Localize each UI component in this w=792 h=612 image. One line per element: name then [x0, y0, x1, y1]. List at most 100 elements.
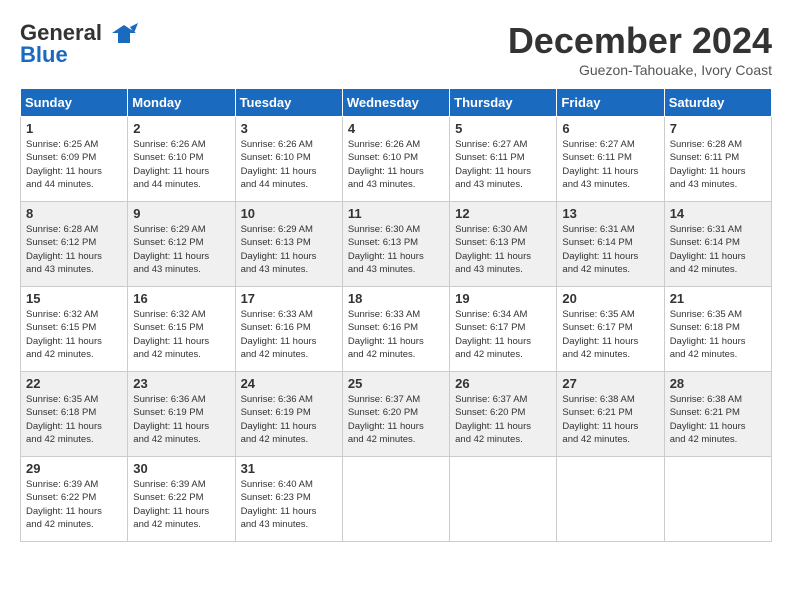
calendar-cell [342, 457, 449, 542]
calendar-cell: 22 Sunrise: 6:35 AM Sunset: 6:18 PM Dayli… [21, 372, 128, 457]
calendar-cell [557, 457, 664, 542]
day-info: Sunrise: 6:38 AM Sunset: 6:21 PM Dayligh… [670, 393, 766, 446]
logo-line2: Blue [20, 42, 68, 68]
day-info: Sunrise: 6:25 AM Sunset: 6:09 PM Dayligh… [26, 138, 122, 191]
day-info: Sunrise: 6:35 AM Sunset: 6:18 PM Dayligh… [670, 308, 766, 361]
day-info: Sunrise: 6:37 AM Sunset: 6:20 PM Dayligh… [348, 393, 444, 446]
calendar: SundayMondayTuesdayWednesdayThursdayFrid… [20, 88, 772, 542]
logo: General Blue [20, 20, 138, 68]
calendar-cell: 31 Sunrise: 6:40 AM Sunset: 6:23 PM Dayli… [235, 457, 342, 542]
day-info: Sunrise: 6:32 AM Sunset: 6:15 PM Dayligh… [26, 308, 122, 361]
day-number: 17 [241, 291, 337, 306]
day-info: Sunrise: 6:33 AM Sunset: 6:16 PM Dayligh… [348, 308, 444, 361]
header: General Blue December 2024 Guezon-Tahoua… [20, 20, 772, 78]
day-info: Sunrise: 6:36 AM Sunset: 6:19 PM Dayligh… [133, 393, 229, 446]
day-number: 30 [133, 461, 229, 476]
calendar-cell: 20 Sunrise: 6:35 AM Sunset: 6:17 PM Dayli… [557, 287, 664, 372]
day-info: Sunrise: 6:29 AM Sunset: 6:12 PM Dayligh… [133, 223, 229, 276]
day-header-monday: Monday [128, 89, 235, 117]
day-number: 4 [348, 121, 444, 136]
calendar-cell: 9 Sunrise: 6:29 AM Sunset: 6:12 PM Daylig… [128, 202, 235, 287]
day-info: Sunrise: 6:30 AM Sunset: 6:13 PM Dayligh… [348, 223, 444, 276]
calendar-cell: 16Sunrise: 6:32 AM Sunset: 6:15 PM Dayli… [128, 287, 235, 372]
day-info: Sunrise: 6:27 AM Sunset: 6:11 PM Dayligh… [455, 138, 551, 191]
day-number: 29 [26, 461, 122, 476]
calendar-cell: 12 Sunrise: 6:30 AM Sunset: 6:13 PM Dayli… [450, 202, 557, 287]
day-info: Sunrise: 6:33 AM Sunset: 6:16 PM Dayligh… [241, 308, 337, 361]
calendar-cell: 10 Sunrise: 6:29 AM Sunset: 6:13 PM Dayli… [235, 202, 342, 287]
day-number: 24 [241, 376, 337, 391]
day-info: Sunrise: 6:26 AM Sunset: 6:10 PM Dayligh… [348, 138, 444, 191]
day-info: Sunrise: 6:27 AM Sunset: 6:11 PM Dayligh… [562, 138, 658, 191]
day-info: Sunrise: 6:29 AM Sunset: 6:13 PM Dayligh… [241, 223, 337, 276]
day-number: 15 [26, 291, 122, 306]
day-info: Sunrise: 6:36 AM Sunset: 6:19 PM Dayligh… [241, 393, 337, 446]
calendar-cell [450, 457, 557, 542]
subtitle: Guezon-Tahouake, Ivory Coast [508, 62, 772, 78]
day-number: 9 [133, 206, 229, 221]
calendar-cell: 30 Sunrise: 6:39 AM Sunset: 6:22 PM Dayli… [128, 457, 235, 542]
day-number: 14 [670, 206, 766, 221]
calendar-cell: 17 Sunrise: 6:33 AM Sunset: 6:16 PM Dayli… [235, 287, 342, 372]
day-info: Sunrise: 6:40 AM Sunset: 6:23 PM Dayligh… [241, 478, 337, 531]
day-number: 28 [670, 376, 766, 391]
calendar-cell: 1 Sunrise: 6:25 AM Sunset: 6:09 PM Daylig… [21, 117, 128, 202]
day-header-friday: Friday [557, 89, 664, 117]
day-info: Sunrise: 6:26 AM Sunset: 6:10 PM Dayligh… [241, 138, 337, 191]
calendar-cell: 4 Sunrise: 6:26 AM Sunset: 6:10 PM Daylig… [342, 117, 449, 202]
day-number: 3 [241, 121, 337, 136]
day-number: 31 [241, 461, 337, 476]
day-info: Sunrise: 6:38 AM Sunset: 6:21 PM Dayligh… [562, 393, 658, 446]
day-number: 11 [348, 206, 444, 221]
day-header-tuesday: Tuesday [235, 89, 342, 117]
day-number: 10 [241, 206, 337, 221]
calendar-cell: 11 Sunrise: 6:30 AM Sunset: 6:13 PM Dayli… [342, 202, 449, 287]
calendar-cell: 26Sunrise: 6:37 AM Sunset: 6:20 PM Dayli… [450, 372, 557, 457]
calendar-cell: 19Sunrise: 6:34 AM Sunset: 6:17 PM Dayli… [450, 287, 557, 372]
calendar-cell: 27 Sunrise: 6:38 AM Sunset: 6:21 PM Dayli… [557, 372, 664, 457]
day-number: 1 [26, 121, 122, 136]
day-info: Sunrise: 6:39 AM Sunset: 6:22 PM Dayligh… [133, 478, 229, 531]
calendar-cell: 6 Sunrise: 6:27 AM Sunset: 6:11 PM Daylig… [557, 117, 664, 202]
day-number: 27 [562, 376, 658, 391]
day-info: Sunrise: 6:37 AM Sunset: 6:20 PM Dayligh… [455, 393, 551, 446]
day-number: 20 [562, 291, 658, 306]
calendar-cell: 5 Sunrise: 6:27 AM Sunset: 6:11 PM Daylig… [450, 117, 557, 202]
day-number: 25 [348, 376, 444, 391]
calendar-cell: 24 Sunrise: 6:36 AM Sunset: 6:19 PM Dayli… [235, 372, 342, 457]
day-number: 6 [562, 121, 658, 136]
day-info: Sunrise: 6:26 AM Sunset: 6:10 PM Dayligh… [133, 138, 229, 191]
day-number: 2 [133, 121, 229, 136]
day-info: Sunrise: 6:28 AM Sunset: 6:12 PM Dayligh… [26, 223, 122, 276]
day-info: Sunrise: 6:32 AM Sunset: 6:15 PM Dayligh… [133, 308, 229, 361]
calendar-cell: 21 Sunrise: 6:35 AM Sunset: 6:18 PM Dayli… [664, 287, 771, 372]
calendar-cell: 18 Sunrise: 6:33 AM Sunset: 6:16 PM Dayli… [342, 287, 449, 372]
day-info: Sunrise: 6:31 AM Sunset: 6:14 PM Dayligh… [670, 223, 766, 276]
calendar-cell: 25 Sunrise: 6:37 AM Sunset: 6:20 PM Dayli… [342, 372, 449, 457]
day-info: Sunrise: 6:35 AM Sunset: 6:17 PM Dayligh… [562, 308, 658, 361]
day-info: Sunrise: 6:30 AM Sunset: 6:13 PM Dayligh… [455, 223, 551, 276]
title-area: December 2024 Guezon-Tahouake, Ivory Coa… [508, 20, 772, 78]
day-header-thursday: Thursday [450, 89, 557, 117]
calendar-cell [664, 457, 771, 542]
day-number: 12 [455, 206, 551, 221]
day-number: 13 [562, 206, 658, 221]
day-number: 18 [348, 291, 444, 306]
day-header-wednesday: Wednesday [342, 89, 449, 117]
day-number: 23 [133, 376, 229, 391]
calendar-cell: 13 Sunrise: 6:31 AM Sunset: 6:14 PM Dayli… [557, 202, 664, 287]
calendar-cell: 7Sunrise: 6:28 AM Sunset: 6:11 PM Daylig… [664, 117, 771, 202]
day-number: 5 [455, 121, 551, 136]
calendar-cell: 14 Sunrise: 6:31 AM Sunset: 6:14 PM Dayli… [664, 202, 771, 287]
calendar-cell: 29Sunrise: 6:39 AM Sunset: 6:22 PM Dayli… [21, 457, 128, 542]
day-header-sunday: Sunday [21, 89, 128, 117]
day-number: 21 [670, 291, 766, 306]
day-info: Sunrise: 6:35 AM Sunset: 6:18 PM Dayligh… [26, 393, 122, 446]
month-title: December 2024 [508, 20, 772, 62]
day-number: 22 [26, 376, 122, 391]
calendar-cell: 8Sunrise: 6:28 AM Sunset: 6:12 PM Daylig… [21, 202, 128, 287]
day-info: Sunrise: 6:31 AM Sunset: 6:14 PM Dayligh… [562, 223, 658, 276]
day-info: Sunrise: 6:34 AM Sunset: 6:17 PM Dayligh… [455, 308, 551, 361]
day-header-saturday: Saturday [664, 89, 771, 117]
calendar-cell: 3 Sunrise: 6:26 AM Sunset: 6:10 PM Daylig… [235, 117, 342, 202]
